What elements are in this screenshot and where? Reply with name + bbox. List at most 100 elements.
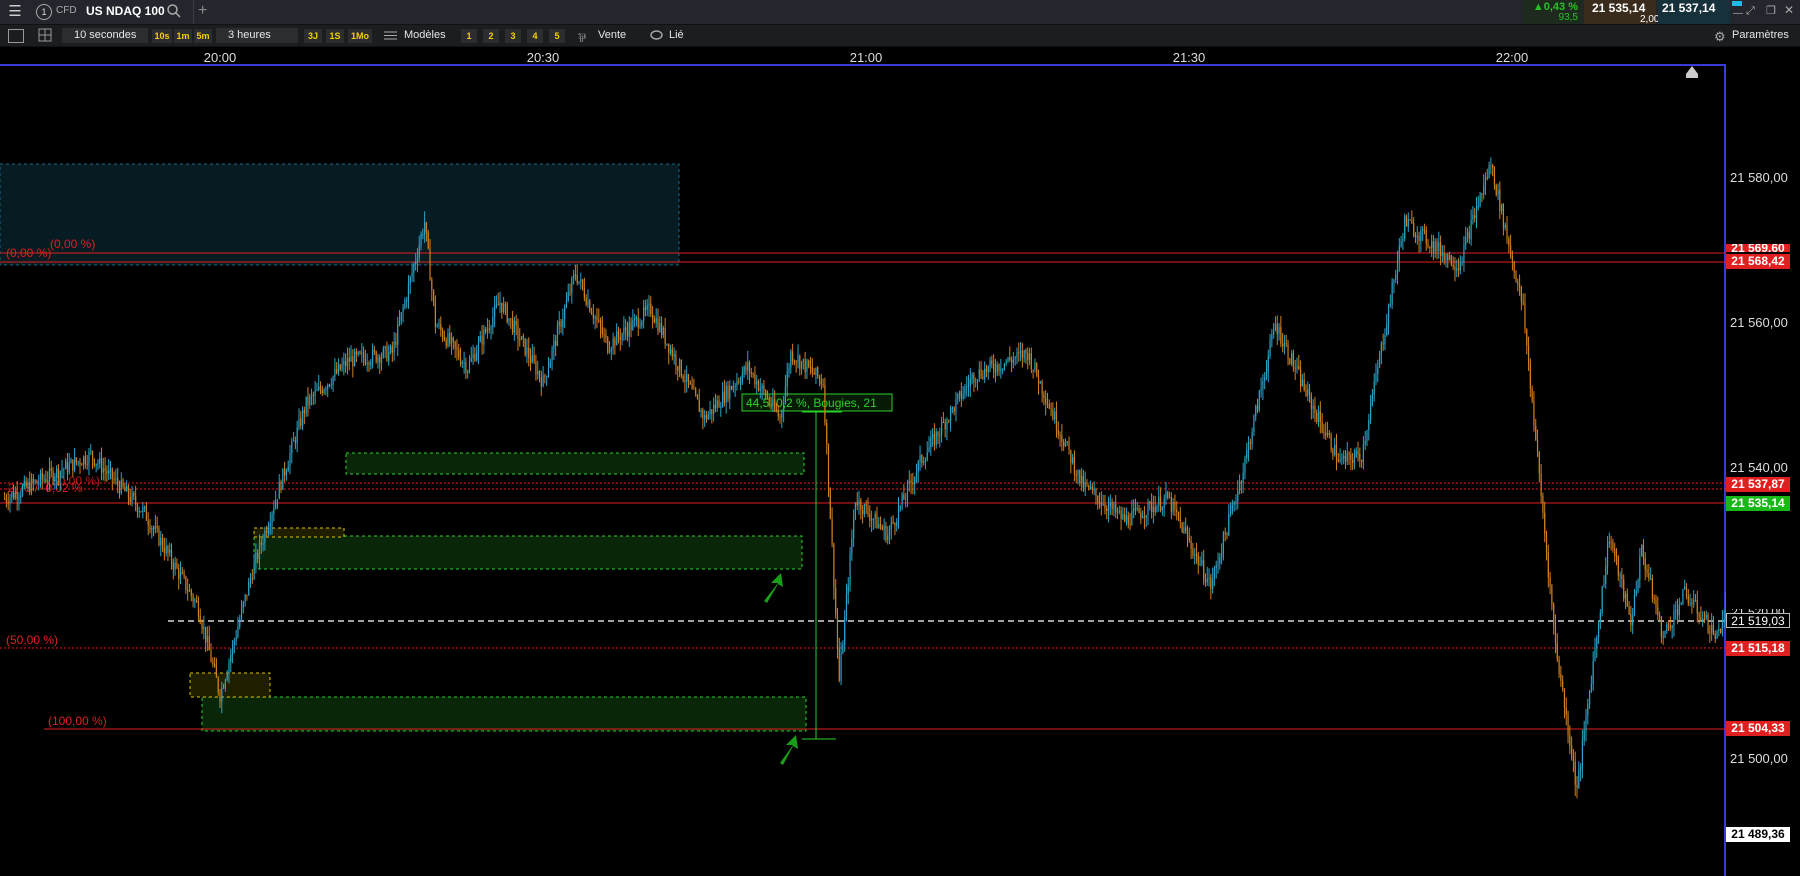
candle-body bbox=[962, 394, 964, 399]
settings-button[interactable]: Paramètres bbox=[1732, 28, 1789, 43]
candle-body bbox=[1018, 352, 1020, 354]
candle-body bbox=[301, 410, 304, 426]
candle-body bbox=[786, 371, 788, 387]
fvg-zone[interactable] bbox=[253, 527, 345, 538]
candle-body bbox=[1093, 489, 1095, 491]
candle-body bbox=[404, 300, 406, 308]
candle-body bbox=[477, 341, 480, 354]
slot-4[interactable]: 4 bbox=[527, 29, 543, 43]
candle-body bbox=[874, 513, 876, 520]
hamburger-icon[interactable]: ☰ bbox=[6, 4, 24, 20]
candle-body bbox=[928, 447, 930, 453]
candle-body bbox=[820, 378, 822, 384]
fvg-zone[interactable] bbox=[189, 672, 271, 698]
candle-body bbox=[1344, 455, 1347, 462]
candle-body bbox=[1089, 486, 1092, 489]
green-arrow-icon bbox=[780, 735, 798, 765]
demand-zone[interactable] bbox=[345, 452, 805, 475]
expand-icon[interactable]: ⤢ bbox=[1746, 5, 1755, 18]
popout-icon[interactable]: ❐ bbox=[1766, 4, 1776, 17]
candle-body bbox=[391, 346, 393, 353]
candle-body bbox=[1583, 730, 1585, 740]
models-button[interactable]: Modèles bbox=[404, 28, 446, 43]
search-icon[interactable] bbox=[166, 3, 182, 19]
sell-icon: ⅌ bbox=[578, 31, 586, 45]
sell-button[interactable]: Vente bbox=[598, 28, 626, 43]
candle-body bbox=[840, 653, 842, 681]
candle-body bbox=[815, 367, 817, 375]
candle-body bbox=[429, 248, 431, 281]
candle-body bbox=[1538, 452, 1540, 474]
interval-select[interactable]: 10 secondes bbox=[62, 28, 148, 43]
candle-body bbox=[993, 363, 995, 371]
candle-body bbox=[668, 343, 670, 353]
candle-body bbox=[66, 461, 69, 473]
tab-number[interactable]: 1 bbox=[36, 4, 52, 20]
range-1s[interactable]: 1S bbox=[326, 29, 344, 43]
slot-1[interactable]: 1 bbox=[461, 29, 477, 43]
candle-body bbox=[969, 378, 971, 386]
candle-body bbox=[951, 407, 953, 409]
demand-zone[interactable] bbox=[253, 535, 803, 570]
ask-box[interactable]: 21 537,14 bbox=[1658, 0, 1730, 24]
candle-body bbox=[1357, 450, 1359, 454]
price-tick: 21 540,00 bbox=[1730, 460, 1788, 475]
slot-3[interactable]: 3 bbox=[505, 29, 521, 43]
candle-body bbox=[303, 410, 305, 414]
price-tick: 21 580,00 bbox=[1730, 170, 1788, 185]
candle-body bbox=[1055, 411, 1058, 430]
candle-body bbox=[1603, 583, 1605, 587]
candle-body bbox=[651, 314, 654, 320]
candle-body bbox=[425, 222, 428, 232]
link-button[interactable]: Lié bbox=[669, 28, 684, 43]
range-3j[interactable]: 3J bbox=[304, 29, 322, 43]
close-icon[interactable]: ✕ bbox=[1784, 3, 1794, 17]
demand-zone[interactable] bbox=[201, 696, 807, 732]
interval-10s[interactable]: 10s bbox=[152, 29, 172, 43]
supply-zone[interactable] bbox=[0, 163, 680, 266]
candle-body bbox=[940, 421, 943, 435]
candle-body bbox=[599, 320, 602, 327]
candle-body bbox=[914, 477, 916, 485]
candle-body bbox=[1443, 253, 1445, 261]
range-1mo[interactable]: 1Mo bbox=[348, 29, 372, 43]
add-tab-button[interactable]: + bbox=[198, 2, 207, 20]
candle-body bbox=[420, 234, 422, 246]
candle-body bbox=[783, 402, 785, 411]
price-label-crosshair: 21 519,03 bbox=[1726, 613, 1790, 628]
interval-5m[interactable]: 5m bbox=[194, 29, 212, 43]
minimize-icon[interactable]: — bbox=[1733, 8, 1743, 19]
candle-body bbox=[79, 461, 81, 465]
candle-body bbox=[319, 386, 322, 390]
candle-body bbox=[1362, 444, 1365, 462]
layout-grid-icon[interactable] bbox=[38, 28, 52, 42]
range-select[interactable]: 3 heures bbox=[216, 28, 298, 43]
candle-body bbox=[788, 367, 790, 372]
slot-5[interactable]: 5 bbox=[549, 29, 565, 43]
panel-icon[interactable] bbox=[8, 29, 24, 43]
price-chart[interactable]: 44,5, 0,2 %, Bougies, 21 (0,00 %) (0,00 … bbox=[0, 66, 1726, 876]
candle-body bbox=[1280, 326, 1282, 344]
slot-2[interactable]: 2 bbox=[483, 29, 499, 43]
gear-icon[interactable]: ⚙ bbox=[1714, 29, 1726, 45]
candle-body bbox=[802, 359, 804, 362]
change-box: ▲0,43 % 93,5 bbox=[1522, 0, 1582, 24]
candle-body bbox=[1238, 481, 1241, 491]
time-axis: 20:00 20:30 21:00 21:30 22:00 bbox=[0, 47, 1726, 65]
candle-body bbox=[479, 335, 481, 342]
candle-body bbox=[380, 356, 383, 363]
candle-body bbox=[1712, 624, 1715, 635]
instrument-title[interactable]: US NDAQ 100 bbox=[86, 4, 165, 18]
interval-1m[interactable]: 1m bbox=[174, 29, 192, 43]
fib-label-0: (0,00 %) bbox=[6, 246, 51, 260]
candle-body bbox=[111, 468, 113, 480]
candle-body bbox=[987, 366, 989, 373]
candle-body bbox=[196, 600, 198, 603]
candle-body bbox=[885, 525, 887, 541]
candle-body bbox=[129, 497, 131, 502]
candle-body bbox=[761, 385, 763, 389]
candle-body bbox=[312, 395, 314, 397]
candle-body bbox=[364, 358, 366, 364]
candle-body bbox=[1048, 404, 1050, 409]
candle-body bbox=[355, 351, 358, 355]
